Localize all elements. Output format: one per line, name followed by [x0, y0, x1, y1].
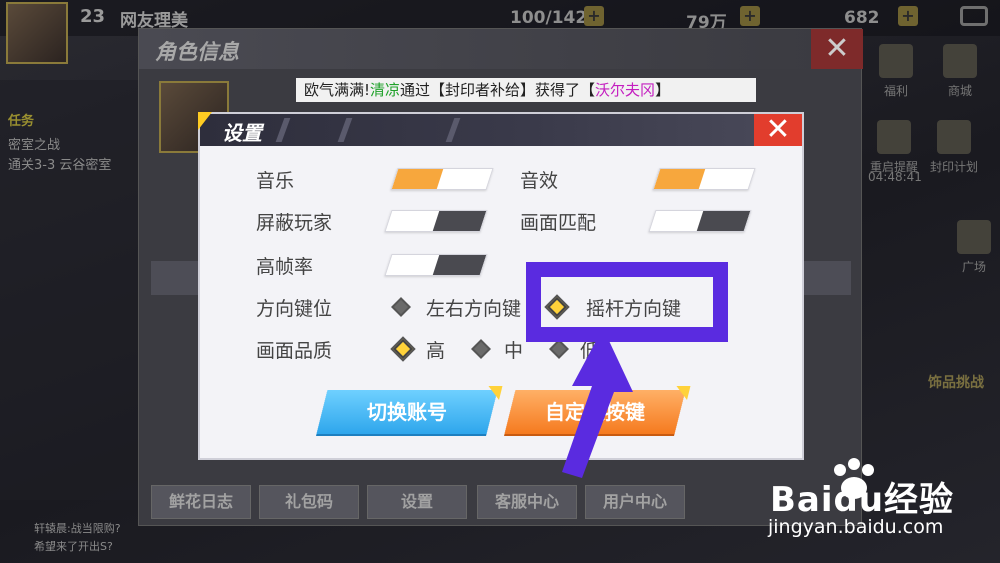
- player-level: 23: [80, 6, 106, 27]
- quality-label: 画面品质: [256, 340, 333, 362]
- settings-header: 设置 ✕: [200, 114, 802, 146]
- custom-keys-button[interactable]: 自定义按键: [504, 386, 691, 434]
- announcement-ticker: 欧气满满!清凉通过【封印者补给】获得了【沃尔夫冈】: [296, 78, 756, 102]
- block-players-toggle[interactable]: [384, 210, 488, 232]
- direction-label: 方向键位: [256, 298, 333, 320]
- settings-close-button[interactable]: ✕: [754, 114, 802, 146]
- annotation-highlight-box: [526, 262, 728, 342]
- welfare-icon[interactable]: 福利: [872, 44, 920, 104]
- gems-value: 682: [844, 8, 880, 28]
- customer-service-button[interactable]: 客服中心: [477, 485, 577, 519]
- task-label[interactable]: 任务: [8, 110, 34, 129]
- seal-plan-icon[interactable]: 封印计划: [930, 120, 978, 180]
- quality-high-label[interactable]: 高: [426, 336, 445, 363]
- settings-title: 设置: [222, 121, 262, 145]
- header-corner-accent: [198, 112, 212, 130]
- chat-line-2: 希望来了开出S?: [34, 540, 113, 553]
- gift-code-button[interactable]: 礼包码: [259, 485, 359, 519]
- role-info-title: 角色信息: [155, 40, 239, 64]
- music-label: 音乐: [256, 170, 295, 192]
- watermark-logo-text: Baidu经验: [770, 480, 955, 520]
- direction-option-dpad-radio[interactable]: [391, 297, 411, 317]
- dungeon-progress: 通关3-3 云谷密室: [8, 158, 112, 173]
- shop-icon[interactable]: 商城: [936, 44, 984, 104]
- switch-account-button[interactable]: 切换账号: [316, 386, 503, 434]
- ticker-player: 清凉: [370, 81, 401, 99]
- event-banner[interactable]: 饰品挑战: [928, 372, 984, 392]
- gold-plus-button[interactable]: +: [740, 6, 760, 26]
- stamina-value: 100/142: [510, 8, 588, 28]
- direction-option-dpad-label[interactable]: 左右方向键: [426, 294, 521, 321]
- dungeon-name: 密室之战: [8, 138, 61, 153]
- ticker-prefix: 欧气满满!: [304, 81, 371, 99]
- baidu-watermark: Baidu经验 jingyan.baidu.com: [760, 458, 1000, 563]
- left-task-panel: 任务 密室之战 通关3-3 云谷密室 5 轩辕晨:战当限购? 希望来了开出S?: [0, 80, 188, 553]
- quality-low-radio[interactable]: [549, 339, 569, 359]
- camera-icon[interactable]: [960, 6, 988, 26]
- flower-log-button[interactable]: 鲜花日志: [151, 485, 251, 519]
- quality-high-radio[interactable]: [393, 339, 413, 359]
- chat-line-1: 轩辕晨:战当限购?: [34, 522, 121, 535]
- screen-fit-label: 画面匹配: [520, 212, 597, 234]
- quality-medium-label[interactable]: 中: [504, 336, 523, 363]
- sfx-toggle[interactable]: [652, 168, 756, 190]
- screen-fit-toggle[interactable]: [648, 210, 752, 232]
- plaza-icon[interactable]: 广场: [950, 220, 998, 280]
- gems-plus-button[interactable]: +: [898, 6, 918, 26]
- settings-button[interactable]: 设置: [367, 485, 467, 519]
- ticker-middle: 通过【封印者补给】获得了【: [400, 81, 596, 99]
- high-fps-label: 高帧率: [256, 256, 314, 278]
- stamina-plus-button[interactable]: +: [584, 6, 604, 26]
- high-fps-toggle[interactable]: [384, 254, 488, 276]
- music-toggle[interactable]: [390, 168, 494, 190]
- watermark-url: jingyan.baidu.com: [768, 516, 944, 538]
- ticker-item: 沃尔夫冈: [595, 81, 656, 99]
- quality-medium-radio[interactable]: [471, 339, 491, 359]
- sfx-label: 音效: [520, 170, 559, 192]
- user-center-button[interactable]: 用户中心: [585, 485, 685, 519]
- block-players-label: 屏蔽玩家: [256, 212, 333, 234]
- countdown-timer: 04:48:41: [868, 170, 922, 184]
- player-avatar[interactable]: [6, 2, 68, 64]
- ticker-suffix: 】: [655, 81, 671, 99]
- role-info-header: 角色信息 ✕: [139, 29, 863, 69]
- role-info-close-button[interactable]: ✕: [811, 29, 863, 69]
